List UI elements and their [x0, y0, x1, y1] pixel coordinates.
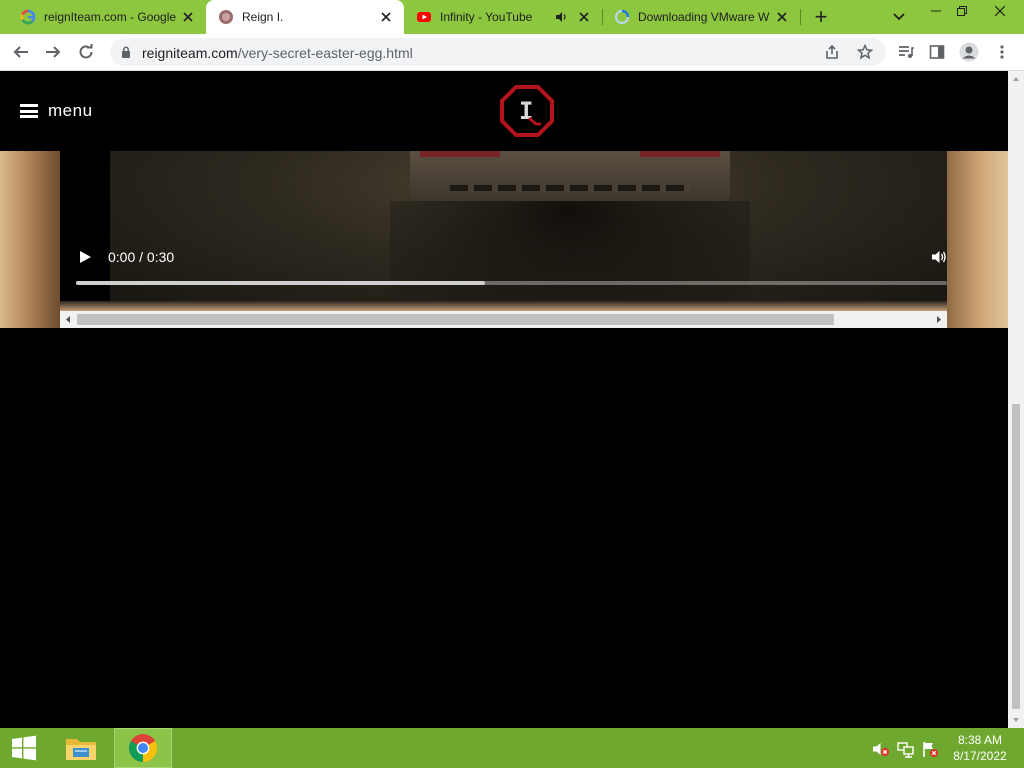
play-icon[interactable]	[78, 250, 92, 264]
youtube-icon	[417, 12, 431, 22]
google-g-icon	[20, 9, 36, 25]
avatar-icon	[959, 42, 979, 62]
tab-title: reignIteam.com - Google	[44, 10, 177, 24]
scroll-down-icon[interactable]	[1012, 716, 1020, 724]
media-queue-icon	[899, 46, 914, 58]
car-rear-image	[410, 151, 730, 201]
video-frame	[110, 151, 947, 311]
clock-time: 8:38 AM	[957, 733, 1003, 747]
tab-youtube[interactable]: Infinity - YouTube	[404, 0, 602, 34]
video-time: 0:00 / 0:30	[108, 249, 175, 265]
folder-icon	[66, 739, 96, 760]
scrollbar-thumb[interactable]	[1012, 404, 1020, 709]
profile-button[interactable]	[955, 38, 983, 66]
horizontal-scrollbar[interactable]	[60, 311, 947, 328]
video-player[interactable]: 0:00 / 0:30	[60, 151, 947, 311]
chevron-down-icon	[893, 13, 905, 21]
forward-button[interactable]	[39, 38, 67, 66]
close-icon	[777, 12, 787, 22]
hamburger-icon	[20, 104, 38, 118]
site-logo[interactable]: I	[499, 84, 555, 138]
plus-icon: +	[814, 4, 828, 29]
new-tab-button[interactable]: +	[809, 5, 833, 29]
video-buffered-bar	[76, 281, 486, 285]
tab-strip: reignIteam.com - Google Reign I. Infinit…	[0, 0, 1024, 34]
close-tab-button[interactable]	[180, 9, 196, 25]
tab-reign[interactable]: Reign I.	[206, 0, 404, 34]
url-text: reigniteam.com/very-secret-easter-egg.ht…	[142, 45, 413, 61]
address-bar[interactable]: reigniteam.com/very-secret-easter-egg.ht…	[110, 38, 886, 66]
close-icon	[183, 12, 193, 22]
restore-button[interactable]	[946, 0, 978, 22]
forward-arrow-icon	[46, 46, 61, 58]
volume-icon[interactable]	[931, 249, 947, 265]
lock-icon[interactable]	[121, 46, 131, 58]
tab-google[interactable]: reignIteam.com - Google	[8, 0, 206, 34]
side-panel-icon	[929, 45, 945, 59]
close-window-button[interactable]	[980, 0, 1020, 22]
tab-title: Reign I.	[242, 10, 284, 24]
loading-spinner-icon	[614, 9, 630, 25]
system-clock[interactable]: 8:38 AM 8/17/2022	[946, 732, 1014, 764]
menu-label: menu	[48, 101, 93, 120]
video-progress-bar[interactable]	[76, 281, 947, 285]
volume-muted-icon[interactable]	[872, 740, 890, 758]
chrome-taskbar-button[interactable]	[114, 728, 172, 768]
side-image-right	[947, 151, 1008, 328]
taskbar: 8:38 AM 8/17/2022	[0, 728, 1024, 768]
bookmark-star-icon[interactable]	[857, 44, 873, 60]
back-button[interactable]	[7, 38, 35, 66]
scrollbar-thumb[interactable]	[77, 314, 834, 325]
speaker-icon[interactable]	[554, 10, 568, 24]
tab-search-button[interactable]	[887, 5, 911, 29]
chrome-menu-button[interactable]	[988, 38, 1016, 66]
close-icon	[995, 6, 1005, 16]
vertical-scrollbar[interactable]	[1008, 71, 1024, 728]
minimize-icon	[931, 10, 941, 12]
chrome-icon	[129, 734, 157, 762]
url-path: /very-secret-easter-egg.html	[237, 45, 413, 61]
url-host: reigniteam.com	[142, 45, 238, 61]
tab-vmware[interactable]: Downloading VMware W	[602, 0, 800, 34]
media-section: 0:00 / 0:30	[0, 151, 1008, 328]
close-icon	[381, 12, 391, 22]
side-image-left	[0, 151, 60, 328]
scroll-left-icon[interactable]	[64, 315, 73, 324]
close-tab-button[interactable]	[576, 9, 592, 25]
close-icon	[579, 12, 589, 22]
clock-date: 8/17/2022	[953, 749, 1007, 763]
tab-title: Infinity - YouTube	[440, 10, 533, 24]
reign-favicon-icon	[219, 10, 233, 24]
tab-separator	[800, 9, 801, 25]
network-icon[interactable]	[897, 740, 915, 758]
file-explorer-taskbar-button[interactable]	[52, 728, 110, 768]
kebab-menu-icon	[1000, 45, 1004, 59]
screen: reignIteam.com - Google Reign I. Infinit…	[0, 0, 1024, 768]
reload-icon	[79, 44, 93, 59]
back-arrow-icon	[13, 46, 28, 58]
media-controls-button[interactable]	[892, 38, 920, 66]
tab-title: Downloading VMware W	[638, 10, 770, 24]
scroll-right-icon[interactable]	[934, 315, 943, 324]
close-tab-button[interactable]	[774, 9, 790, 25]
close-tab-button[interactable]	[378, 9, 394, 25]
restore-icon	[957, 6, 967, 16]
site-header: menu I	[0, 71, 1008, 151]
windows-logo-icon	[12, 735, 36, 761]
action-center-flag-icon[interactable]	[921, 740, 939, 758]
start-button[interactable]	[0, 728, 48, 768]
reload-button[interactable]	[72, 38, 100, 66]
page-viewport: menu I 0:00 / 0:30	[0, 71, 1008, 728]
share-icon[interactable]	[824, 44, 840, 60]
side-panel-button[interactable]	[923, 38, 951, 66]
menu-button[interactable]: menu	[20, 101, 93, 121]
browser-toolbar: reigniteam.com/very-secret-easter-egg.ht…	[0, 34, 1024, 71]
scroll-up-icon[interactable]	[1012, 75, 1020, 83]
